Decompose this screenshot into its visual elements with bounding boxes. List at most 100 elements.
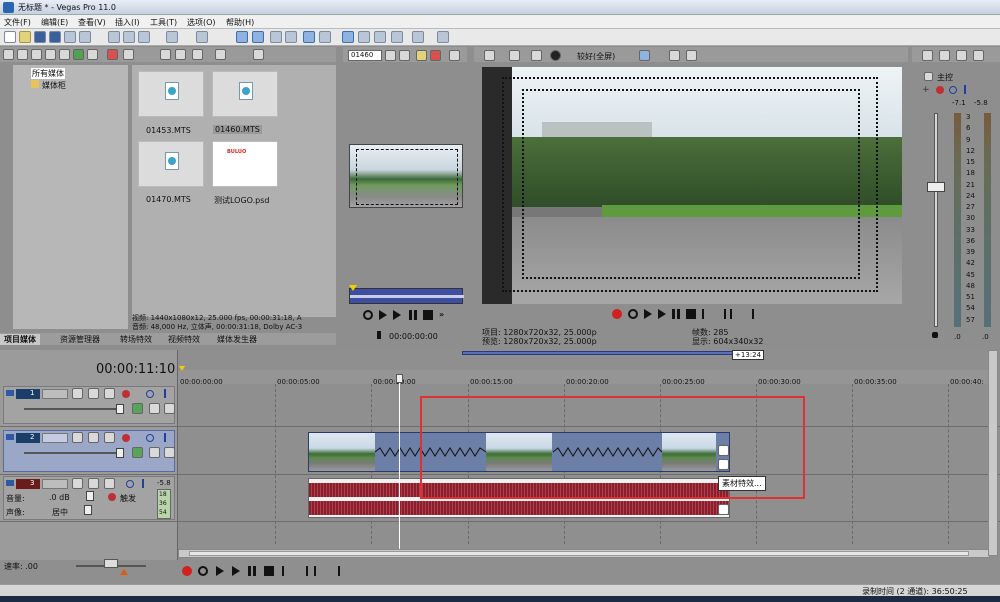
mute-icon[interactable] [146,390,154,398]
track-name-field[interactable] [42,479,68,489]
stop-icon[interactable] [686,309,696,319]
tab-video-fx[interactable]: 视频特效 [168,334,200,345]
media-fx-icon[interactable] [73,49,84,60]
child-icon[interactable] [164,447,175,458]
split-screen-icon[interactable] [550,50,561,61]
menu-tools[interactable]: 工具(T) [150,17,177,28]
rate-slider[interactable] [104,559,118,568]
envelope-edit-icon[interactable] [252,31,264,43]
solo-icon[interactable] [164,433,166,442]
normal-edit-icon[interactable] [236,31,248,43]
render-icon[interactable] [64,31,76,43]
get-media-icon[interactable] [59,49,70,60]
stop-icon[interactable] [423,310,433,320]
views-icon[interactable] [215,49,226,60]
composite-icon[interactable] [88,388,99,399]
play-icon[interactable] [658,309,666,319]
motion-icon[interactable] [72,388,83,399]
parent-icon[interactable] [149,447,160,458]
new-icon[interactable] [4,31,16,43]
tree-item-all-media[interactable]: 所有媒体 [31,68,65,79]
cut-icon[interactable] [108,31,120,43]
play-from-start-icon[interactable] [644,309,652,319]
insert-fx-icon[interactable]: + [922,85,930,95]
view-icon[interactable] [123,49,134,60]
monitor-icon[interactable] [449,50,460,61]
tab-transitions[interactable]: 转场特效 [120,334,152,345]
paste-icon[interactable] [138,31,150,43]
import-icon[interactable] [3,49,14,60]
composite-icon[interactable] [88,432,99,443]
loop-icon[interactable] [198,566,208,576]
stop-icon[interactable] [264,566,274,576]
mono-icon[interactable] [973,50,984,61]
fx-icon[interactable] [531,50,542,61]
trigger-mode[interactable]: 触发 [120,493,136,504]
zoom-icon[interactable] [253,49,264,60]
delete-icon[interactable] [107,49,118,60]
tab-explorer[interactable]: 资源管理器 [60,334,100,345]
fx-gear-icon[interactable] [936,86,944,94]
level-slider[interactable] [116,448,124,458]
copy-icon[interactable] [123,31,135,43]
properties-icon[interactable] [79,31,91,43]
save-icon[interactable] [34,31,46,43]
help-icon[interactable] [437,31,449,43]
track-header-3[interactable]: 3 -5.8 音量: .0 dB 触发 声像: 居中 18 36 54 [3,476,175,520]
region-icon[interactable] [399,50,410,61]
go-end-icon[interactable] [298,566,308,576]
loop-region-bar[interactable] [462,351,758,355]
playhead-handle[interactable] [396,374,403,383]
tab-project-media[interactable]: 项目媒体 [0,334,40,345]
menu-view[interactable]: 查看(V) [78,17,106,28]
collapse-icon[interactable] [6,434,14,440]
capture-icon[interactable] [17,49,28,60]
fx-gear-icon[interactable] [122,434,130,442]
scrollbar-thumb[interactable] [189,551,969,556]
go-end-icon[interactable] [716,309,726,319]
record-icon[interactable] [182,566,192,576]
solo-icon[interactable] [964,85,966,94]
undo-icon[interactable] [166,31,178,43]
ignore-grouping-icon[interactable] [374,31,386,43]
level-slider[interactable] [116,404,124,414]
pan-slider[interactable] [84,505,92,515]
play-icon[interactable] [160,49,171,60]
prev-frame-icon[interactable] [314,566,324,576]
composite-mode-icon[interactable] [132,403,143,414]
track-name-field[interactable] [42,389,68,399]
parent-icon[interactable] [149,403,160,414]
trimmer-scroll[interactable] [350,295,464,298]
fx-icon[interactable] [416,50,427,61]
play-icon[interactable] [385,50,396,61]
zoom-tool-icon[interactable] [285,31,297,43]
record-icon[interactable] [612,309,622,319]
next-frame-icon[interactable] [330,566,340,576]
menu-file[interactable]: 文件(F) [4,17,31,28]
go-start-icon[interactable] [702,309,712,319]
dim-icon[interactable] [956,50,967,61]
play-icon[interactable] [232,566,240,576]
composite-mode-icon[interactable] [132,447,143,458]
media-thumb-01460[interactable] [212,71,278,117]
search-icon[interactable] [391,31,403,43]
preview-settings-icon[interactable] [484,50,495,61]
volume-slider[interactable] [86,491,94,501]
redo-icon[interactable] [196,31,208,43]
master-fader[interactable] [927,182,945,192]
mute-icon[interactable] [146,434,154,442]
fx-gear-icon[interactable] [108,493,116,501]
loop-icon[interactable] [628,309,638,319]
refresh-icon[interactable] [31,49,42,60]
event-fx-icon[interactable] [718,504,729,515]
solo-icon[interactable] [164,389,166,398]
mute-icon[interactable] [126,480,134,488]
automation-icon[interactable] [104,478,115,489]
track-header-2[interactable]: 2 [3,430,175,472]
track-header-1[interactable]: 1 [3,386,175,424]
automation-icon[interactable] [104,432,115,443]
pause-icon[interactable] [409,310,417,320]
collapse-icon[interactable] [6,390,14,396]
open-icon[interactable] [19,31,31,43]
selection-edit-icon[interactable] [270,31,282,43]
